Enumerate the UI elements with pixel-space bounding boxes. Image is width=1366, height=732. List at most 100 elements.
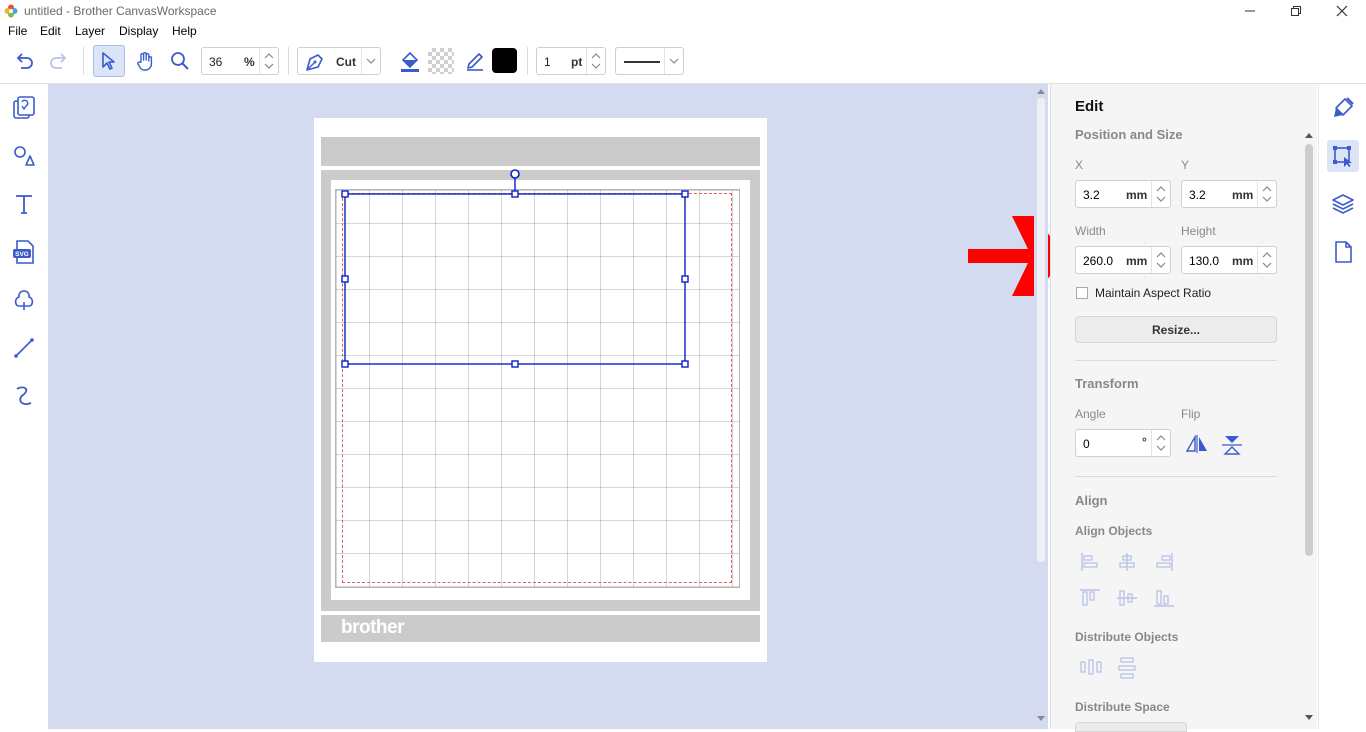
mode-dropdown-arrow[interactable]: [361, 48, 380, 74]
edit-panel: Edit Position and Size X Y 3.2 mm 3.2 mm…: [1050, 84, 1317, 732]
flip-vertical-icon[interactable]: [1221, 434, 1243, 456]
distribute-space-control[interactable]: [1075, 722, 1187, 732]
pattern-library-button[interactable]: [8, 92, 40, 124]
align-left-icon[interactable]: [1079, 552, 1101, 572]
menu-display[interactable]: Display: [119, 24, 158, 38]
menu-file[interactable]: File: [8, 24, 27, 38]
menu-layer[interactable]: Layer: [75, 24, 105, 38]
canvas-scroll-thumb[interactable]: [1037, 98, 1045, 562]
shapes-button[interactable]: [8, 140, 40, 172]
resize-handle-bottom[interactable]: [511, 360, 519, 368]
x-field[interactable]: 3.2 mm: [1075, 180, 1171, 208]
line-width-spinbox[interactable]: 1 pt: [536, 47, 606, 75]
x-spin-arrows[interactable]: [1151, 181, 1170, 207]
canvas-vertical-scrollbar[interactable]: [1034, 84, 1048, 729]
width-spin-arrows[interactable]: [1151, 247, 1170, 273]
redo-button[interactable]: [43, 45, 75, 77]
menu-help[interactable]: Help: [172, 24, 197, 38]
section-divider: [1075, 360, 1277, 361]
align-center-vertical-icon[interactable]: [1116, 588, 1138, 608]
resize-button[interactable]: Resize...: [1075, 316, 1277, 343]
height-spin-arrows[interactable]: [1257, 247, 1276, 273]
panel-scroll-thumb[interactable]: [1305, 144, 1313, 556]
resize-handle-bottom-left[interactable]: [341, 360, 349, 368]
y-value[interactable]: 3.2: [1189, 188, 1206, 202]
tab-layers[interactable]: [1327, 188, 1359, 220]
angle-label: Angle: [1075, 407, 1106, 421]
panel-scroll-down-icon[interactable]: [1304, 714, 1314, 722]
cursor-arrow-icon: [102, 52, 115, 70]
resize-handle-top[interactable]: [511, 190, 519, 198]
resize-handle-right[interactable]: [681, 275, 689, 283]
line-icon: [14, 338, 34, 358]
align-right-icon[interactable]: [1153, 552, 1175, 572]
zoom-spinbox[interactable]: 36 %: [201, 47, 279, 75]
rotate-handle[interactable]: [510, 169, 520, 179]
fill-color-swatch[interactable]: [428, 48, 454, 74]
mode-dropdown[interactable]: Cut: [297, 47, 381, 75]
fill-color-button[interactable]: [394, 45, 426, 77]
resize-handle-top-right[interactable]: [681, 190, 689, 198]
resize-handle-top-left[interactable]: [341, 190, 349, 198]
zoom-tool-button[interactable]: [164, 45, 196, 77]
selected-rectangle[interactable]: [328, 164, 748, 464]
zoom-value[interactable]: 36: [209, 55, 222, 69]
y-spin-arrows[interactable]: [1257, 181, 1276, 207]
tab-paint[interactable]: [1327, 92, 1359, 124]
line-color-button[interactable]: [459, 45, 491, 77]
resize-handle-left[interactable]: [341, 275, 349, 283]
flip-horizontal-icon[interactable]: [1185, 434, 1209, 454]
width-field[interactable]: 260.0 mm: [1075, 246, 1171, 274]
canvas-area[interactable]: brother: [48, 84, 1066, 729]
align-top-icon[interactable]: [1079, 588, 1101, 608]
close-button[interactable]: [1319, 0, 1365, 22]
distribute-vertical-icon[interactable]: [1116, 656, 1138, 680]
line-width-spin-arrows[interactable]: [586, 48, 605, 74]
angle-field[interactable]: 0 °: [1075, 429, 1171, 457]
line-style-dropdown[interactable]: [615, 47, 684, 75]
resize-handle-bottom-right[interactable]: [681, 360, 689, 368]
height-value[interactable]: 130.0: [1189, 254, 1219, 268]
line-width-value[interactable]: 1: [544, 55, 551, 69]
chevron-down-icon: [366, 58, 376, 64]
zoom-spin-arrows[interactable]: [259, 48, 278, 74]
toolbar-separator: [527, 47, 528, 75]
height-field[interactable]: 130.0 mm: [1181, 246, 1277, 274]
x-value[interactable]: 3.2: [1083, 188, 1100, 202]
menu-edit[interactable]: Edit: [40, 24, 61, 38]
import-svg-button[interactable]: SVG: [8, 236, 40, 268]
x-unit: mm: [1126, 188, 1148, 202]
freehand-tool-button[interactable]: [8, 380, 40, 412]
undo-button[interactable]: [8, 45, 40, 77]
line-tool-button[interactable]: [8, 332, 40, 364]
pan-tool-button[interactable]: [129, 45, 161, 77]
toolbar: 36 % Cut 1 pt: [0, 40, 1366, 84]
text-tool-button[interactable]: [8, 188, 40, 220]
scroll-up-icon[interactable]: [1036, 87, 1046, 95]
close-icon: [1336, 5, 1348, 17]
y-field[interactable]: 3.2 mm: [1181, 180, 1277, 208]
panel-scroll-up-icon[interactable]: [1304, 131, 1314, 139]
window-title: untitled - Brother CanvasWorkspace: [24, 4, 217, 18]
line-color-swatch[interactable]: [492, 48, 517, 73]
restore-button[interactable]: [1273, 0, 1319, 22]
minimize-button[interactable]: [1227, 0, 1273, 22]
select-tool-button[interactable]: [93, 45, 125, 77]
angle-value[interactable]: 0: [1083, 437, 1090, 451]
line-width-unit: pt: [571, 55, 583, 69]
image-trace-button[interactable]: [8, 284, 40, 316]
align-center-horizontal-icon[interactable]: [1116, 552, 1138, 572]
width-value[interactable]: 260.0: [1083, 254, 1113, 268]
line-style-dropdown-arrow[interactable]: [664, 48, 683, 74]
align-bottom-icon[interactable]: [1153, 588, 1175, 608]
scroll-down-icon[interactable]: [1036, 715, 1046, 723]
align-heading: Align: [1075, 493, 1108, 508]
angle-spin-arrows[interactable]: [1151, 430, 1170, 456]
tab-page[interactable]: [1327, 236, 1359, 268]
angle-unit: °: [1142, 435, 1147, 449]
maintain-aspect-checkbox[interactable]: [1076, 287, 1088, 299]
distribute-horizontal-icon[interactable]: [1079, 657, 1103, 677]
pen-nib-icon: [306, 54, 323, 71]
transform-heading: Transform: [1075, 376, 1139, 391]
tab-edit[interactable]: [1327, 140, 1359, 172]
